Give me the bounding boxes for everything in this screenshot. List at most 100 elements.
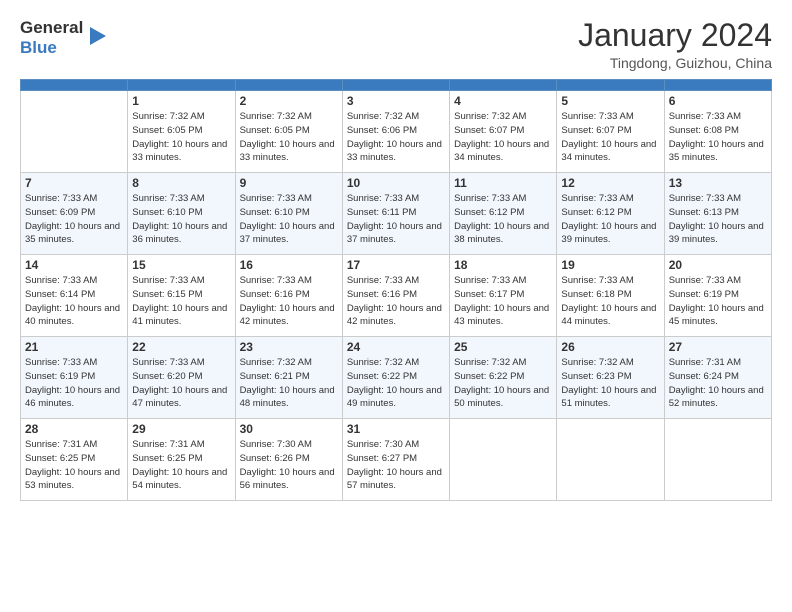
sunrise-text: Sunrise: 7:32 AM bbox=[454, 111, 526, 122]
day-number: 22 bbox=[132, 340, 230, 354]
header-tuesday bbox=[235, 80, 342, 91]
sunrise-text: Sunrise: 7:30 AM bbox=[347, 439, 419, 450]
day-info: Sunrise: 7:33 AM Sunset: 6:20 PM Dayligh… bbox=[132, 356, 230, 411]
calendar-cell: 10 Sunrise: 7:33 AM Sunset: 6:11 PM Dayl… bbox=[342, 173, 449, 255]
daylight-text: Daylight: 10 hours and 35 minutes. bbox=[25, 221, 120, 246]
calendar-cell: 4 Sunrise: 7:32 AM Sunset: 6:07 PM Dayli… bbox=[450, 91, 557, 173]
sunset-text: Sunset: 6:07 PM bbox=[561, 125, 631, 136]
day-number: 14 bbox=[25, 258, 123, 272]
calendar-cell: 13 Sunrise: 7:33 AM Sunset: 6:13 PM Dayl… bbox=[664, 173, 771, 255]
sunset-text: Sunset: 6:06 PM bbox=[347, 125, 417, 136]
day-number: 18 bbox=[454, 258, 552, 272]
daylight-text: Daylight: 10 hours and 40 minutes. bbox=[25, 303, 120, 328]
day-info: Sunrise: 7:33 AM Sunset: 6:16 PM Dayligh… bbox=[347, 274, 445, 329]
sunset-text: Sunset: 6:10 PM bbox=[132, 207, 202, 218]
calendar-cell: 12 Sunrise: 7:33 AM Sunset: 6:12 PM Dayl… bbox=[557, 173, 664, 255]
calendar-cell: 3 Sunrise: 7:32 AM Sunset: 6:06 PM Dayli… bbox=[342, 91, 449, 173]
day-number: 11 bbox=[454, 176, 552, 190]
sunrise-text: Sunrise: 7:33 AM bbox=[132, 193, 204, 204]
daylight-text: Daylight: 10 hours and 42 minutes. bbox=[240, 303, 335, 328]
daylight-text: Daylight: 10 hours and 33 minutes. bbox=[347, 139, 442, 164]
title-area: January 2024 Tingdong, Guizhou, China bbox=[578, 18, 772, 71]
calendar-cell: 9 Sunrise: 7:33 AM Sunset: 6:10 PM Dayli… bbox=[235, 173, 342, 255]
logo-container: General Blue bbox=[20, 18, 108, 57]
day-info: Sunrise: 7:32 AM Sunset: 6:21 PM Dayligh… bbox=[240, 356, 338, 411]
day-info: Sunrise: 7:33 AM Sunset: 6:19 PM Dayligh… bbox=[669, 274, 767, 329]
day-info: Sunrise: 7:33 AM Sunset: 6:17 PM Dayligh… bbox=[454, 274, 552, 329]
sunset-text: Sunset: 6:22 PM bbox=[347, 371, 417, 382]
day-number: 6 bbox=[669, 94, 767, 108]
day-info: Sunrise: 7:30 AM Sunset: 6:27 PM Dayligh… bbox=[347, 438, 445, 493]
calendar-cell: 5 Sunrise: 7:33 AM Sunset: 6:07 PM Dayli… bbox=[557, 91, 664, 173]
daylight-text: Daylight: 10 hours and 37 minutes. bbox=[240, 221, 335, 246]
day-number: 24 bbox=[347, 340, 445, 354]
sunset-text: Sunset: 6:05 PM bbox=[240, 125, 310, 136]
sunrise-text: Sunrise: 7:33 AM bbox=[347, 275, 419, 286]
day-number: 17 bbox=[347, 258, 445, 272]
sunrise-text: Sunrise: 7:33 AM bbox=[347, 193, 419, 204]
sunrise-text: Sunrise: 7:33 AM bbox=[25, 357, 97, 368]
sunrise-text: Sunrise: 7:33 AM bbox=[454, 275, 526, 286]
calendar-cell: 22 Sunrise: 7:33 AM Sunset: 6:20 PM Dayl… bbox=[128, 337, 235, 419]
sunset-text: Sunset: 6:18 PM bbox=[561, 289, 631, 300]
sunset-text: Sunset: 6:12 PM bbox=[454, 207, 524, 218]
logo-line2: Blue bbox=[20, 38, 83, 58]
sunrise-text: Sunrise: 7:33 AM bbox=[132, 275, 204, 286]
sunset-text: Sunset: 6:10 PM bbox=[240, 207, 310, 218]
daylight-text: Daylight: 10 hours and 48 minutes. bbox=[240, 385, 335, 410]
sunset-text: Sunset: 6:19 PM bbox=[669, 289, 739, 300]
month-title: January 2024 bbox=[578, 18, 772, 53]
calendar-cell: 11 Sunrise: 7:33 AM Sunset: 6:12 PM Dayl… bbox=[450, 173, 557, 255]
header-saturday bbox=[664, 80, 771, 91]
day-info: Sunrise: 7:33 AM Sunset: 6:19 PM Dayligh… bbox=[25, 356, 123, 411]
calendar-cell: 8 Sunrise: 7:33 AM Sunset: 6:10 PM Dayli… bbox=[128, 173, 235, 255]
calendar-week-row: 14 Sunrise: 7:33 AM Sunset: 6:14 PM Dayl… bbox=[21, 255, 772, 337]
day-number: 29 bbox=[132, 422, 230, 436]
header-row bbox=[21, 80, 772, 91]
daylight-text: Daylight: 10 hours and 34 minutes. bbox=[561, 139, 656, 164]
day-info: Sunrise: 7:31 AM Sunset: 6:25 PM Dayligh… bbox=[25, 438, 123, 493]
day-info: Sunrise: 7:32 AM Sunset: 6:22 PM Dayligh… bbox=[454, 356, 552, 411]
day-info: Sunrise: 7:32 AM Sunset: 6:05 PM Dayligh… bbox=[132, 110, 230, 165]
daylight-text: Daylight: 10 hours and 52 minutes. bbox=[669, 385, 764, 410]
calendar-cell: 16 Sunrise: 7:33 AM Sunset: 6:16 PM Dayl… bbox=[235, 255, 342, 337]
sunset-text: Sunset: 6:14 PM bbox=[25, 289, 95, 300]
calendar-table: 1 Sunrise: 7:32 AM Sunset: 6:05 PM Dayli… bbox=[20, 79, 772, 501]
sunrise-text: Sunrise: 7:31 AM bbox=[25, 439, 97, 450]
calendar-cell: 29 Sunrise: 7:31 AM Sunset: 6:25 PM Dayl… bbox=[128, 419, 235, 501]
day-info: Sunrise: 7:32 AM Sunset: 6:23 PM Dayligh… bbox=[561, 356, 659, 411]
sunset-text: Sunset: 6:16 PM bbox=[347, 289, 417, 300]
daylight-text: Daylight: 10 hours and 53 minutes. bbox=[25, 467, 120, 492]
calendar-cell: 25 Sunrise: 7:32 AM Sunset: 6:22 PM Dayl… bbox=[450, 337, 557, 419]
top-section: General Blue January 2024 Tingdong, Guiz… bbox=[20, 18, 772, 71]
header-thursday bbox=[450, 80, 557, 91]
sunrise-text: Sunrise: 7:33 AM bbox=[132, 357, 204, 368]
day-number: 13 bbox=[669, 176, 767, 190]
sunrise-text: Sunrise: 7:32 AM bbox=[347, 357, 419, 368]
calendar-cell: 15 Sunrise: 7:33 AM Sunset: 6:15 PM Dayl… bbox=[128, 255, 235, 337]
sunset-text: Sunset: 6:23 PM bbox=[561, 371, 631, 382]
sunset-text: Sunset: 6:27 PM bbox=[347, 453, 417, 464]
daylight-text: Daylight: 10 hours and 47 minutes. bbox=[132, 385, 227, 410]
calendar-cell: 27 Sunrise: 7:31 AM Sunset: 6:24 PM Dayl… bbox=[664, 337, 771, 419]
daylight-text: Daylight: 10 hours and 56 minutes. bbox=[240, 467, 335, 492]
day-number: 3 bbox=[347, 94, 445, 108]
calendar-cell: 1 Sunrise: 7:32 AM Sunset: 6:05 PM Dayli… bbox=[128, 91, 235, 173]
calendar-cell: 7 Sunrise: 7:33 AM Sunset: 6:09 PM Dayli… bbox=[21, 173, 128, 255]
daylight-text: Daylight: 10 hours and 45 minutes. bbox=[669, 303, 764, 328]
calendar-cell bbox=[664, 419, 771, 501]
day-number: 28 bbox=[25, 422, 123, 436]
sunrise-text: Sunrise: 7:32 AM bbox=[240, 357, 312, 368]
daylight-text: Daylight: 10 hours and 41 minutes. bbox=[132, 303, 227, 328]
day-info: Sunrise: 7:33 AM Sunset: 6:14 PM Dayligh… bbox=[25, 274, 123, 329]
logo-arrow-icon bbox=[86, 25, 108, 47]
sunrise-text: Sunrise: 7:33 AM bbox=[669, 111, 741, 122]
sunset-text: Sunset: 6:25 PM bbox=[25, 453, 95, 464]
sunrise-text: Sunrise: 7:32 AM bbox=[132, 111, 204, 122]
sunset-text: Sunset: 6:16 PM bbox=[240, 289, 310, 300]
header-friday bbox=[557, 80, 664, 91]
day-number: 2 bbox=[240, 94, 338, 108]
day-info: Sunrise: 7:33 AM Sunset: 6:12 PM Dayligh… bbox=[561, 192, 659, 247]
sunrise-text: Sunrise: 7:33 AM bbox=[25, 275, 97, 286]
daylight-text: Daylight: 10 hours and 54 minutes. bbox=[132, 467, 227, 492]
